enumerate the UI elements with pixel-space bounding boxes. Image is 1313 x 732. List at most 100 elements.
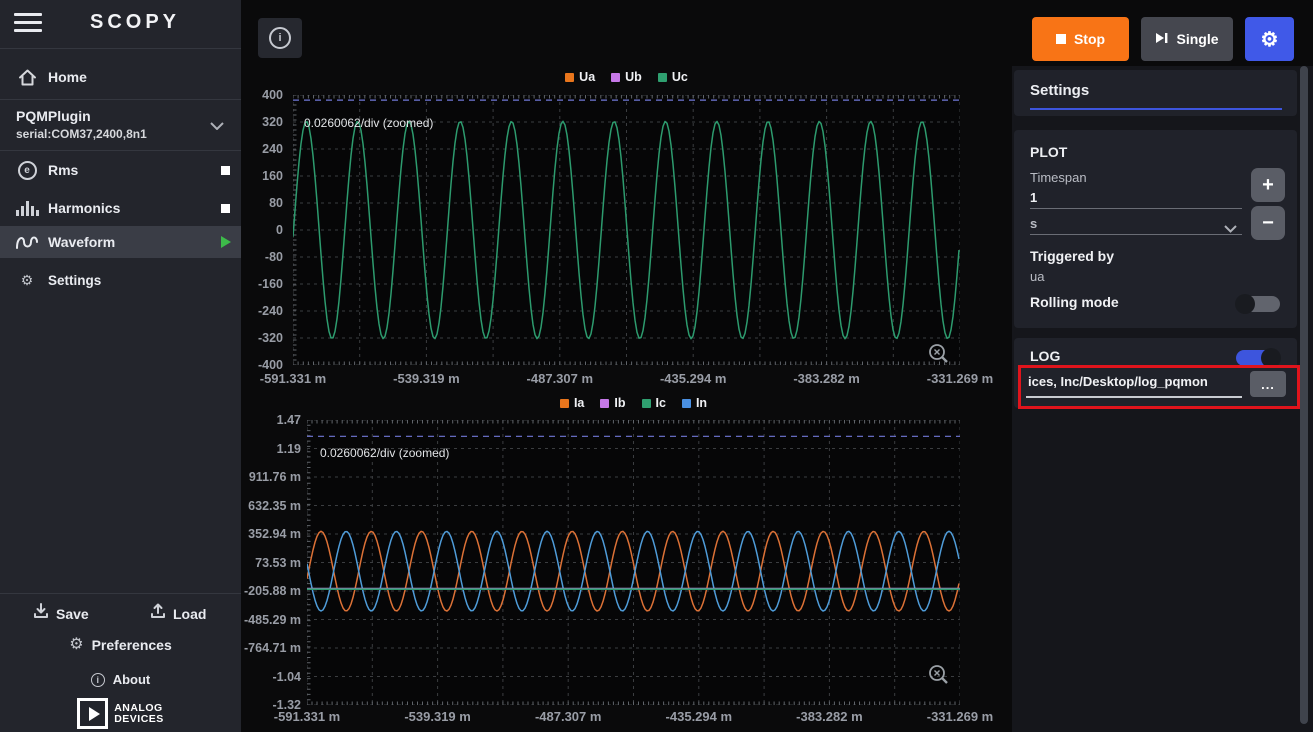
triggered-by-value: ua [1030,269,1044,284]
timespan-input[interactable]: 1 [1030,190,1037,205]
zoom-reset-button[interactable] [928,343,950,365]
y-tick-label: 632.35 m [248,499,301,513]
log-toggle[interactable] [1236,350,1280,366]
gear-icon: ⚙ [69,637,83,653]
stop-label: Stop [1074,31,1105,47]
legend-item-Ib[interactable]: Ib [600,396,625,410]
legend-item-Ia[interactable]: Ia [560,396,584,410]
about-label: About [113,672,151,687]
toggle-knob [1261,348,1281,368]
x-tick-label: -383.282 m [796,709,863,724]
sidebar-item-harmonics[interactable]: Harmonics [0,191,241,225]
browse-button[interactable]: ... [1250,371,1286,397]
chevron-down-icon[interactable] [210,117,224,135]
x-tick-label: -487.307 m [527,371,594,386]
brand-line2: DEVICES [114,713,164,725]
legend-item-Ic[interactable]: Ic [642,396,666,410]
scopy-window: SCOPY Home PQMPlugin serial:COM37,2400,8… [0,0,1313,732]
y-tick-label: -764.71 m [244,641,301,655]
sidebar-item-settings[interactable]: ⚙ Settings [0,264,241,296]
load-button[interactable]: Load [150,603,206,624]
save-label: Save [56,606,89,622]
y-tick-label: 73.53 m [255,556,301,570]
chevron-down-icon[interactable] [1224,220,1237,238]
x-tick-label: -487.307 m [535,709,602,724]
y-tick-label: 1.19 [277,442,301,456]
x-tick-label: -435.294 m [660,371,727,386]
scopy-logo: SCOPY [60,11,210,34]
rolling-mode-toggle[interactable] [1236,296,1280,312]
plugin-serial: serial:COM37,2400,8n1 [16,127,147,141]
single-button[interactable]: Single [1141,17,1233,61]
y-tick-label: 1.47 [277,413,301,427]
waveform-traces [293,95,960,365]
timespan-increment-button[interactable]: + [1251,168,1285,202]
harmonics-stopped-indicator[interactable] [221,204,230,213]
legend-swatch [658,73,667,82]
y-tick-label: 352.94 m [248,527,301,541]
save-button[interactable]: Save [33,603,89,624]
x-tick-label: -331.269 m [927,709,994,724]
info-button[interactable]: i [258,18,302,58]
current-legend: Ia Ib Ic In [307,396,960,410]
adi-triangle-icon [77,698,108,729]
legend-label: Ub [625,70,642,84]
legend-label: Uc [672,70,688,84]
stop-button[interactable]: Stop [1032,17,1129,61]
timespan-decrement-button[interactable]: − [1251,206,1285,240]
settings-scrollbar[interactable] [1300,66,1308,724]
x-tick-label: -331.269 m [927,371,994,386]
sidebar-item-waveform[interactable]: Waveform [0,226,241,258]
plot-section-heading: PLOT [1030,144,1067,160]
x-tick-label: -539.319 m [393,371,460,386]
save-icon [33,603,49,624]
unit-dropdown[interactable]: s [1030,216,1037,231]
home-icon [16,69,38,86]
x-tick-label: -539.319 m [404,709,471,724]
legend-item-Ub[interactable]: Ub [611,70,642,84]
rms-label: Rms [48,162,78,178]
legend-item-Uc[interactable]: Uc [658,70,688,84]
zoom-reset-button[interactable] [928,664,950,686]
y-tick-label: 80 [269,196,283,210]
settings-panel: Stop Single ⚙ Settings PLOT Timespan 1 s… [1012,0,1313,732]
legend-swatch [611,73,620,82]
about-button[interactable]: i About [0,672,241,687]
single-icon [1155,31,1168,47]
harmonics-label: Harmonics [48,200,120,216]
legend-item-In[interactable]: In [682,396,707,410]
chart-area: i UaUbUc 400320240160800-80-160-240-320-… [241,0,1012,732]
panel-title: Settings [1030,82,1089,99]
y-tick-label: -205.88 m [244,584,301,598]
legend-swatch [560,399,569,408]
rms-stopped-indicator[interactable] [221,166,230,175]
sidebar-item-rms[interactable]: e Rms [0,153,241,187]
legend-label: Ia [574,396,584,410]
preferences-button[interactable]: ⚙ Preferences [0,637,241,653]
field-underline [1026,396,1242,398]
single-label: Single [1176,31,1218,47]
legend-item-Ua[interactable]: Ua [565,70,595,84]
log-path-input[interactable]: ices, Inc/Desktop/log_pqmon [1028,374,1208,389]
info-icon: i [269,27,291,49]
log-section-heading: LOG [1030,348,1060,364]
y-tick-label: -160 [258,277,283,291]
menu-icon[interactable] [14,13,46,37]
voltage-plot[interactable] [293,95,960,365]
current-plot[interactable] [307,420,960,705]
waveform-running-indicator[interactable] [221,236,231,248]
y-tick-label: 320 [262,115,283,129]
x-tick-label: -435.294 m [666,709,733,724]
legend-label: Ib [614,396,625,410]
sidebar: SCOPY Home PQMPlugin serial:COM37,2400,8… [0,0,241,732]
sidebar-item-home[interactable]: Home [0,60,241,94]
log-settings-card: LOG ices, Inc/Desktop/log_pqmon ... [1014,338,1297,408]
voltage-y-axis: 400320240160800-80-160-240-320-400 [245,95,283,365]
y-tick-label: -1.04 [273,670,302,684]
plot-settings-button[interactable]: ⚙ [1245,17,1294,61]
legend-label: Ua [579,70,595,84]
legend-swatch [682,399,691,408]
y-tick-label: -400 [258,358,283,372]
y-tick-label: 160 [262,169,283,183]
rolling-mode-label: Rolling mode [1030,294,1119,310]
